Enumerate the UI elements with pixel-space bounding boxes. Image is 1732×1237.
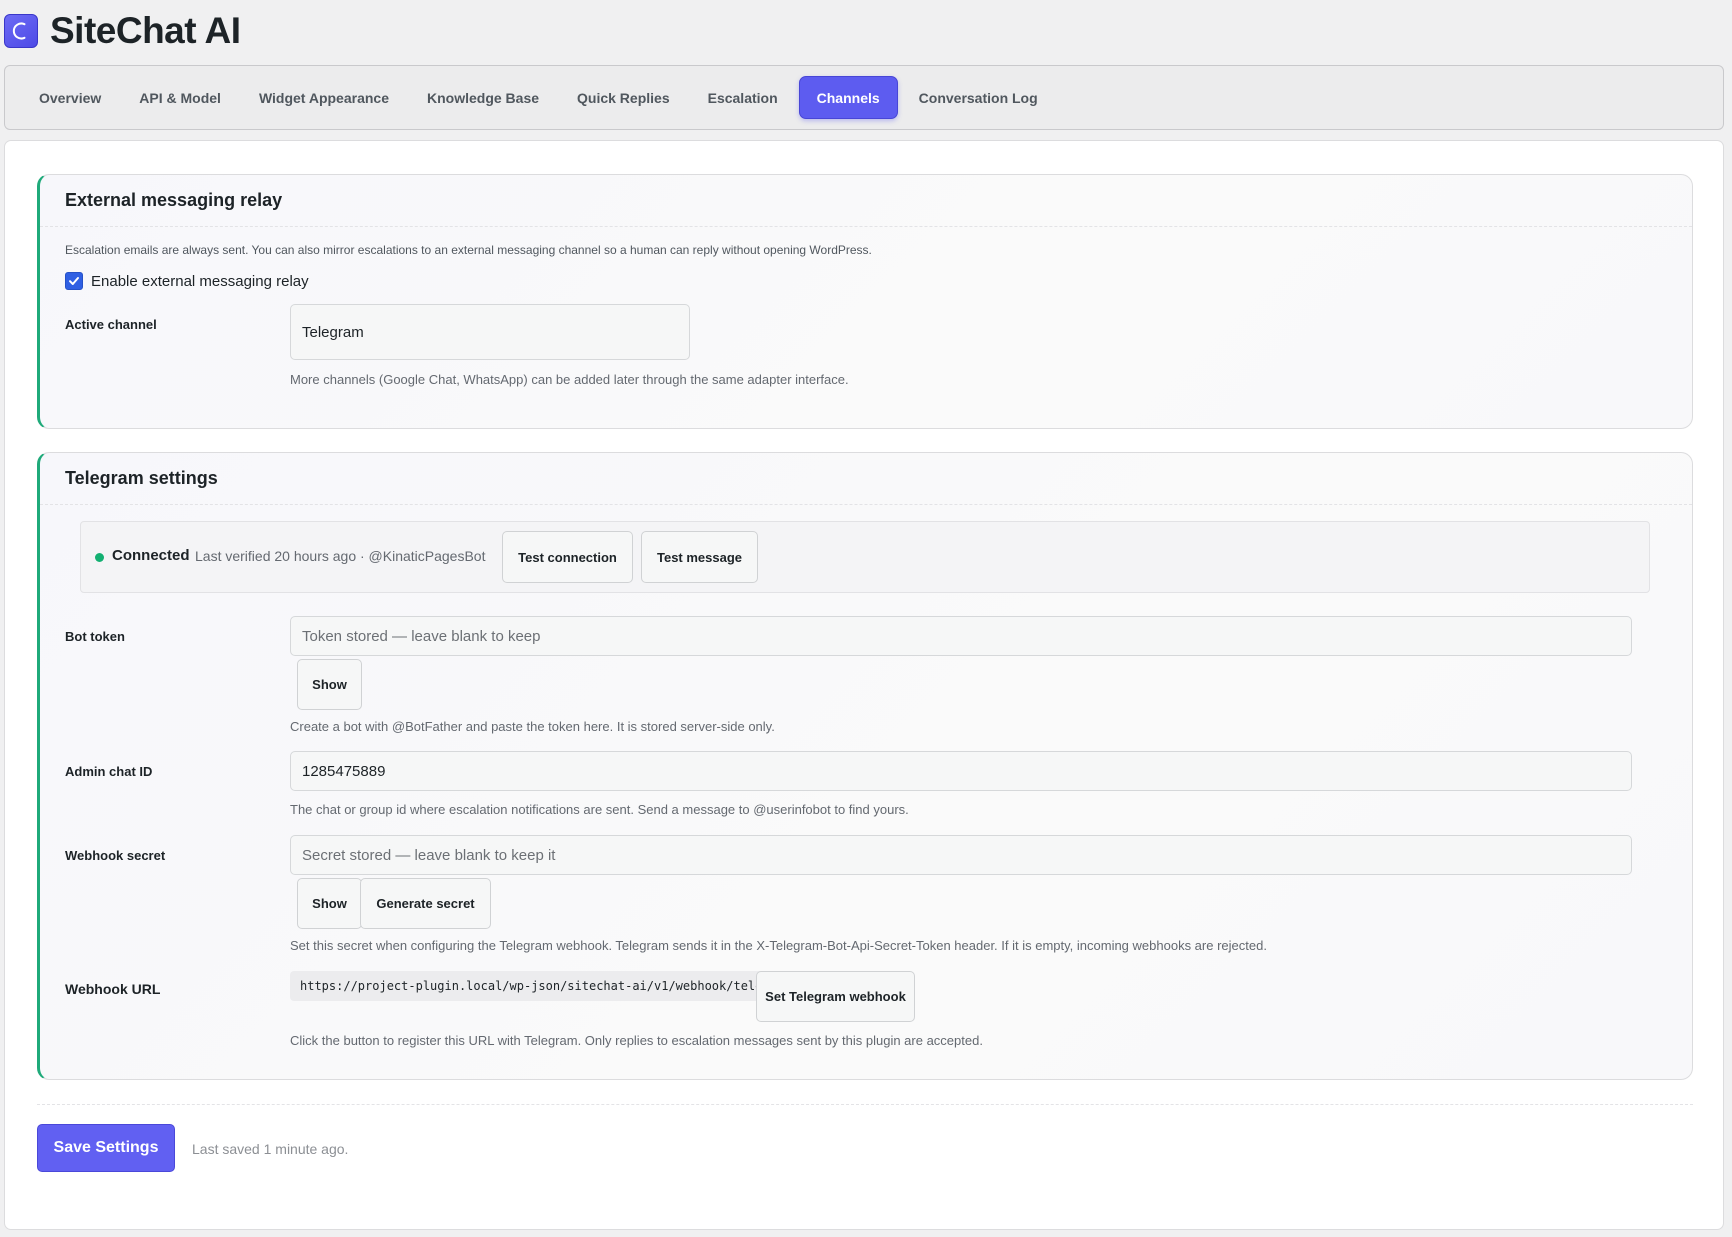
test-message-button[interactable]: Test message <box>641 531 758 583</box>
admin-chat-id-label: Admin chat ID <box>65 764 153 779</box>
admin-chat-id-help: The chat or group id where escalation no… <box>290 802 909 817</box>
active-channel-select[interactable]: Telegram <box>290 304 690 360</box>
bot-token-show-button[interactable]: Show <box>297 659 362 710</box>
active-channel-label: Active channel <box>65 317 157 332</box>
relay-description: Escalation emails are always sent. You c… <box>65 243 872 257</box>
bot-token-input[interactable]: Token stored — leave blank to keep <box>290 616 1632 656</box>
app-logo <box>4 14 38 48</box>
connection-status-box: Connected Last verified 20 hours ago · @… <box>80 521 1650 593</box>
telegram-card-title: Telegram settings <box>65 468 218 488</box>
webhook-secret-show-button[interactable]: Show <box>297 878 362 929</box>
relay-card-title: External messaging relay <box>65 190 283 210</box>
webhook-secret-input[interactable]: Secret stored — leave blank to keep it <box>290 835 1632 875</box>
tab-quick-replies[interactable]: Quick Replies <box>560 76 687 119</box>
set-telegram-webhook-button[interactable]: Set Telegram webhook <box>756 971 915 1022</box>
crescent-moon-icon <box>12 22 26 40</box>
enable-relay-label[interactable]: Enable external messaging relay <box>91 273 309 290</box>
connection-state: Connected <box>112 547 190 564</box>
relay-card-header: External messaging relay <box>40 175 1692 227</box>
tab-conversation-log[interactable]: Conversation Log <box>902 76 1055 119</box>
checkmark-icon <box>69 277 79 285</box>
enable-relay-checkbox[interactable] <box>65 272 83 290</box>
admin-chat-id-input[interactable]: 1285475889 <box>290 751 1632 791</box>
tab-escalation[interactable]: Escalation <box>691 76 795 119</box>
connection-detail: Last verified 20 hours ago · @KinaticPag… <box>195 548 486 564</box>
tab-overview[interactable]: Overview <box>22 76 118 119</box>
webhook-secret-label: Webhook secret <box>65 848 166 863</box>
webhook-url-value: https://project-plugin.local/wp-json/sit… <box>290 971 801 1001</box>
generate-secret-button[interactable]: Generate secret <box>360 878 491 929</box>
active-channel-help: More channels (Google Chat, WhatsApp) ca… <box>290 372 849 387</box>
app-title: SiteChat AI <box>50 10 241 51</box>
webhook-url-help: Click the button to register this URL wi… <box>290 1033 983 1048</box>
footer-divider <box>37 1104 1693 1105</box>
webhook-url-label: Webhook URL <box>65 981 161 997</box>
telegram-card-header: Telegram settings <box>40 453 1692 505</box>
bot-token-label: Bot token <box>65 629 125 644</box>
settings-tabs: Overview API & Model Widget Appearance K… <box>4 65 1724 130</box>
relay-card: External messaging relay Escalation emai… <box>37 174 1693 429</box>
tab-channels[interactable]: Channels <box>798 76 898 119</box>
app-header: SiteChat AI <box>4 10 241 51</box>
status-dot-icon <box>95 553 104 562</box>
tab-widget-appearance[interactable]: Widget Appearance <box>242 76 406 119</box>
telegram-card: Telegram settings Connected Last verifie… <box>37 452 1693 1080</box>
test-connection-button[interactable]: Test connection <box>502 531 633 583</box>
bot-token-help: Create a bot with @BotFather and paste t… <box>290 719 775 734</box>
settings-panel: External messaging relay Escalation emai… <box>4 140 1724 1230</box>
tab-api-model[interactable]: API & Model <box>122 76 238 119</box>
save-status-text: Last saved 1 minute ago. <box>192 1141 349 1157</box>
tab-knowledge-base[interactable]: Knowledge Base <box>410 76 556 119</box>
save-settings-button[interactable]: Save Settings <box>37 1124 175 1172</box>
webhook-secret-help: Set this secret when configuring the Tel… <box>290 938 1267 953</box>
